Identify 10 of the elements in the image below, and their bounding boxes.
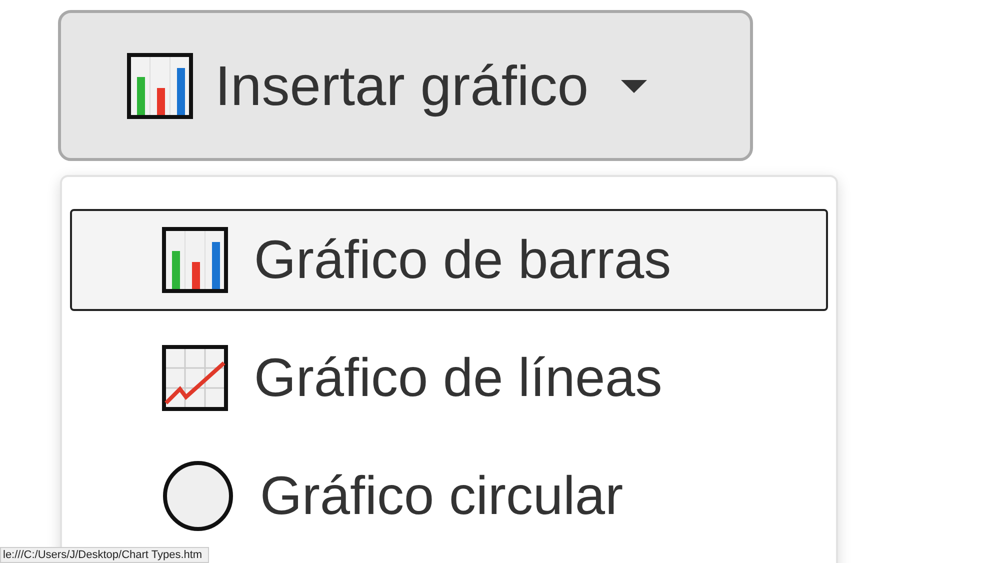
menu-item[interactable]: Gráfico circular xyxy=(70,445,828,547)
circle-icon xyxy=(162,460,234,532)
caret-icon xyxy=(618,78,648,94)
bar-chart-icon xyxy=(127,52,193,118)
menu-item[interactable]: Gráfico de líneas xyxy=(70,327,828,429)
status-url: le:///C:/Users/J/Desktop/Chart Types.htm xyxy=(0,547,210,563)
menu-item[interactable]: Gráfico de barras xyxy=(70,209,828,311)
line-chart-icon xyxy=(162,345,228,411)
bar-chart-icon xyxy=(162,227,228,293)
insert-chart-button[interactable]: Insertar gráfico xyxy=(58,10,753,161)
